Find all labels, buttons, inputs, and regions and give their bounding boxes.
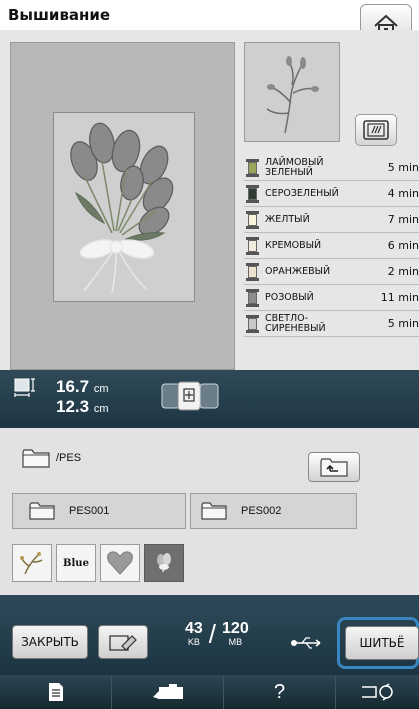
design-thumbnail-image: [266, 56, 319, 134]
thread-spool-icon: [246, 314, 259, 333]
thread-color-name: КРЕМОВЫЙ: [265, 239, 322, 251]
thread-spool-icon: [246, 262, 259, 281]
thread-sew-time: 5 min: [387, 317, 419, 330]
heart-design-icon: [107, 551, 133, 575]
folder-name: PES002: [241, 505, 282, 517]
frame-display-button[interactable]: [355, 114, 397, 146]
thread-color-name: ЖЕЛТЫЙ: [265, 213, 310, 225]
embroidery-hoop: [53, 112, 195, 302]
page-title: Вышивание: [8, 6, 111, 24]
folder-up-icon: [320, 458, 348, 477]
memory-separator: /: [208, 619, 217, 649]
design-info-bar: 16.7 cm 12.3 cm: [0, 370, 419, 428]
help-icon: ?: [273, 680, 286, 703]
width-unit: cm: [93, 403, 109, 415]
total-memory-unit: MB: [228, 637, 243, 647]
folder-button-pes002[interactable]: PES002: [190, 493, 357, 529]
thread-row: ЖЕЛТЫЙ 7 min: [244, 207, 419, 233]
thread-color-name: СЕРОЗЕЛЕНЫЙ: [265, 187, 339, 199]
size-icon: [14, 378, 35, 397]
thread-spool-icon: [246, 236, 259, 255]
thread-sew-time: 4 min: [387, 187, 419, 200]
delete-button[interactable]: [98, 625, 148, 659]
design-panel: ЛАЙМОВЫЙ ЗЕЛЕНЫЙ 5 min СЕРОЗЕЛЕНЫЙ 4 min…: [0, 30, 419, 370]
usb-icon: [291, 637, 321, 649]
thread-spool-icon: [246, 158, 259, 177]
thread-row: КРЕМОВЫЙ 6 min: [244, 233, 419, 259]
bottom-toolbar: ?: [0, 675, 419, 709]
settings-button[interactable]: [0, 675, 112, 709]
camera-icon: [152, 684, 183, 699]
thread-sew-time: 11 min: [380, 291, 419, 304]
design-width: 12.3 cm: [56, 397, 109, 417]
height-unit: cm: [93, 383, 109, 395]
folder-up-button[interactable]: [308, 452, 360, 482]
folder-icon: [29, 502, 55, 520]
design-thumbnail: [244, 42, 340, 142]
current-path: /PES: [22, 448, 81, 468]
thread-color-name: РОЗОВЫЙ: [265, 291, 314, 303]
design-file-thumbnail[interactable]: Blue: [56, 544, 96, 582]
design-file-thumbnail-selected[interactable]: [144, 544, 184, 582]
embroidery-preview: [10, 42, 235, 370]
help-button[interactable]: ?: [224, 675, 336, 709]
thread-sew-time: 6 min: [387, 239, 419, 252]
flower-design-image: [70, 122, 174, 294]
thread-sew-time: 2 min: [387, 265, 419, 278]
sewing-machine-icon: [361, 683, 393, 701]
width-value: 12.3: [56, 397, 90, 416]
design-height: 16.7 cm: [56, 377, 109, 397]
folder-icon: [22, 449, 50, 468]
thread-spool-icon: [246, 210, 259, 229]
flower-design-icon: [157, 553, 171, 573]
height-value: 16.7: [56, 377, 90, 396]
settings-icon: [48, 683, 63, 701]
thread-row: СЕРОЗЕЛЕНЫЙ 4 min: [244, 181, 419, 207]
current-path-text: /PES: [56, 452, 82, 464]
frame-display-icon: [363, 120, 389, 140]
action-bar: ЗАКРЫТЬ 43 KB / 120 MB ШИТЬЁ: [0, 595, 419, 675]
thread-sew-time: 7 min: [387, 213, 419, 226]
text-design-label: Blue: [63, 557, 89, 569]
design-file-thumbnail[interactable]: [12, 544, 52, 582]
thread-color-list: ЛАЙМОВЫЙ ЗЕЛЕНЫЙ 5 min СЕРОЗЕЛЕНЫЙ 4 min…: [244, 155, 419, 337]
sewing-machine-button[interactable]: [336, 675, 419, 709]
design-file-thumbnail[interactable]: [100, 544, 140, 582]
thread-row: ЛАЙМОВЫЙ ЗЕЛЕНЫЙ 5 min: [244, 155, 419, 181]
thread-spool-icon: [246, 288, 259, 307]
sew-button[interactable]: ШИТЬЁ: [345, 626, 419, 660]
folder-name: PES001: [69, 505, 110, 517]
close-button[interactable]: ЗАКРЫТЬ: [12, 625, 88, 659]
embroidery-memory-icon: [161, 381, 219, 411]
total-memory-value: 120: [222, 620, 249, 637]
memory-readout: 43 KB / 120 MB: [185, 619, 249, 649]
thread-spool-icon: [246, 184, 259, 203]
used-memory-value: 43: [185, 620, 203, 637]
thread-color-name: ЛАЙМОВЫЙ ЗЕЛЕНЫЙ: [265, 156, 324, 178]
folder-button-pes001[interactable]: PES001: [12, 493, 186, 529]
thread-row: ОРАНЖЕВЫЙ 2 min: [244, 259, 419, 285]
folder-icon: [201, 502, 227, 520]
delete-icon: [109, 635, 137, 651]
plant-design-icon: [20, 552, 43, 575]
thread-row: СВЕТЛО-СИРЕНЕВЫЙ 5 min: [244, 311, 419, 337]
used-memory-unit: KB: [187, 637, 200, 647]
thread-color-name: ОРАНЖЕВЫЙ: [265, 265, 331, 277]
thread-row: РОЗОВЫЙ 11 min: [244, 285, 419, 311]
thread-color-name: СВЕТЛО-СИРЕНЕВЫЙ: [265, 312, 326, 334]
camera-button[interactable]: [112, 675, 224, 709]
thread-sew-time: 5 min: [387, 161, 419, 174]
